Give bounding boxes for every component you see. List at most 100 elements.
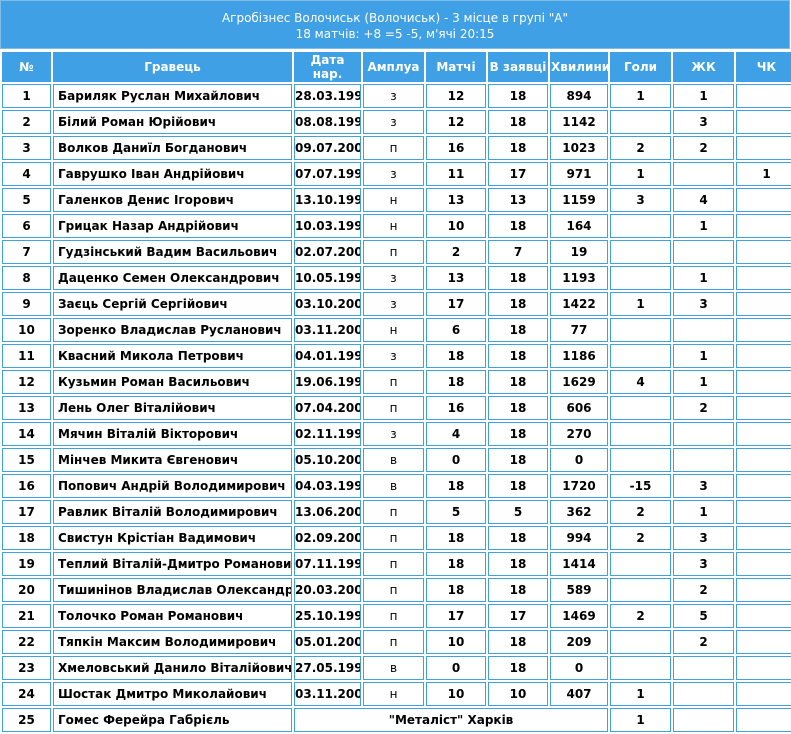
cell-minutes: 209: [550, 630, 608, 654]
cell-goals: [610, 552, 671, 576]
col-header-position[interactable]: Амплуа: [363, 52, 424, 82]
cell-goals: 1: [610, 708, 671, 732]
col-header-minutes[interactable]: Хвилини: [550, 52, 610, 82]
cell-player-name[interactable]: Гудзінський Вадим Васильович: [53, 240, 292, 264]
cell-position: п: [363, 240, 424, 264]
cell-player-name[interactable]: Гаврушко Іван Андрійович: [53, 162, 292, 186]
cell-number: 20: [2, 578, 51, 602]
cell-yellow-cards: 1: [673, 214, 734, 238]
col-header-number[interactable]: №: [2, 52, 51, 82]
cell-minutes: 1186: [550, 344, 608, 368]
col-header-yellow-cards[interactable]: ЖК: [673, 52, 734, 82]
cell-squad: 18: [488, 448, 548, 472]
cell-player-name[interactable]: Лень Олег Віталійович: [53, 396, 292, 420]
col-header-dob[interactable]: Дата нар.: [294, 52, 361, 82]
col-header-matches[interactable]: Матчі: [426, 52, 486, 82]
cell-player-name[interactable]: Даценко Семен Олександрович: [53, 266, 292, 290]
cell-minutes: 0: [550, 448, 608, 472]
cell-goals: [610, 656, 671, 680]
cell-transfer-note[interactable]: "Металіст" Харків: [294, 708, 608, 732]
table-row: 11Квасний Микола Петрович04.01.1995з1818…: [2, 344, 791, 368]
cell-squad: 18: [488, 552, 548, 576]
cell-matches: 17: [426, 604, 486, 628]
cell-player-name[interactable]: Тишинінов Владислав Олександрович: [53, 578, 292, 602]
cell-player-name[interactable]: Свистун Крістіан Вадимович: [53, 526, 292, 550]
cell-goals: [610, 110, 671, 134]
cell-squad: 17: [488, 162, 548, 186]
cell-player-name[interactable]: Заєць Сергій Сергійович: [53, 292, 292, 316]
cell-player-name[interactable]: Бариляк Руслан Михайлович: [53, 84, 292, 108]
cell-dob: 03.10.2001: [294, 292, 361, 316]
cell-goals: 4: [610, 370, 671, 394]
cell-minutes: 1469: [550, 604, 608, 628]
cell-red-cards: [736, 604, 791, 628]
cell-red-cards: 1: [736, 162, 791, 186]
cell-yellow-cards: [673, 240, 734, 264]
table-row-last: 25 Гомес Ферейра Габрієль "Металіст" Хар…: [2, 708, 791, 732]
cell-player-name[interactable]: Хмеловський Данило Віталійович: [53, 656, 292, 680]
cell-red-cards: [736, 474, 791, 498]
cell-position: п: [363, 526, 424, 550]
col-header-squad[interactable]: В заявці: [488, 52, 548, 82]
cell-player-name[interactable]: Кузьмин Роман Васильович: [53, 370, 292, 394]
cell-matches: 18: [426, 344, 486, 368]
cell-squad: 18: [488, 84, 548, 108]
cell-matches: 13: [426, 188, 486, 212]
cell-player-name[interactable]: Зоренко Владислав Русланович: [53, 318, 292, 342]
cell-red-cards: [736, 266, 791, 290]
cell-minutes: 606: [550, 396, 608, 420]
cell-yellow-cards: [673, 162, 734, 186]
cell-number: 18: [2, 526, 51, 550]
cell-squad: 18: [488, 136, 548, 160]
cell-minutes: 1193: [550, 266, 608, 290]
cell-minutes: 1629: [550, 370, 608, 394]
cell-position: з: [363, 344, 424, 368]
cell-number: 11: [2, 344, 51, 368]
cell-player-name[interactable]: Гомес Ферейра Габрієль: [53, 708, 292, 732]
cell-player-name[interactable]: Толочко Роман Романович: [53, 604, 292, 628]
cell-minutes: 77: [550, 318, 608, 342]
cell-player-name[interactable]: Мячин Віталій Вікторович: [53, 422, 292, 446]
cell-squad: 10: [488, 682, 548, 706]
cell-number: 22: [2, 630, 51, 654]
col-header-player[interactable]: Гравець: [53, 52, 292, 82]
col-header-goals[interactable]: Голи: [610, 52, 671, 82]
cell-yellow-cards: 1: [673, 84, 734, 108]
cell-player-name[interactable]: Мінчев Микита Євгенович: [53, 448, 292, 472]
cell-dob: 28.03.1998: [294, 84, 361, 108]
cell-yellow-cards: 3: [673, 292, 734, 316]
cell-squad: 18: [488, 214, 548, 238]
cell-player-name[interactable]: Квасний Микола Петрович: [53, 344, 292, 368]
cell-dob: 25.10.1998: [294, 604, 361, 628]
cell-player-name[interactable]: Теплий Віталій-Дмитро Романович: [53, 552, 292, 576]
cell-goals: [610, 318, 671, 342]
cell-goals: 1: [610, 292, 671, 316]
cell-number: 19: [2, 552, 51, 576]
cell-goals: -15: [610, 474, 671, 498]
cell-player-name[interactable]: Равлик Віталій Володимирович: [53, 500, 292, 524]
cell-dob: 04.01.1995: [294, 344, 361, 368]
cell-player-name[interactable]: Попович Андрій Володимирович: [53, 474, 292, 498]
cell-player-name[interactable]: Галенков Денис Ігорович: [53, 188, 292, 212]
col-header-red-cards[interactable]: ЧК: [736, 52, 791, 82]
cell-squad: 18: [488, 396, 548, 420]
table-row: 20Тишинінов Владислав Олександрович20.03…: [2, 578, 791, 602]
cell-squad: 17: [488, 604, 548, 628]
cell-matches: 18: [426, 552, 486, 576]
cell-goals: [610, 630, 671, 654]
cell-goals: 2: [610, 136, 671, 160]
cell-player-name[interactable]: Волков Даниїл Богданович: [53, 136, 292, 160]
cell-position: з: [363, 422, 424, 446]
cell-player-name[interactable]: Тяпкін Максим Володимирович: [53, 630, 292, 654]
cell-number: 9: [2, 292, 51, 316]
cell-minutes: 589: [550, 578, 608, 602]
cell-player-name[interactable]: Шостак Дмитро Миколайович: [53, 682, 292, 706]
cell-dob: 02.07.2001: [294, 240, 361, 264]
cell-player-name[interactable]: Грицак Назар Андрійович: [53, 214, 292, 238]
cell-player-name[interactable]: Білий Роман Юрійович: [53, 110, 292, 134]
cell-dob: 07.04.2002: [294, 396, 361, 420]
cell-dob: 13.10.1995: [294, 188, 361, 212]
cell-matches: 18: [426, 578, 486, 602]
team-summary: 18 матчів: +8 =5 -5, м'ячі 20:15: [295, 27, 495, 41]
cell-goals: 1: [610, 162, 671, 186]
